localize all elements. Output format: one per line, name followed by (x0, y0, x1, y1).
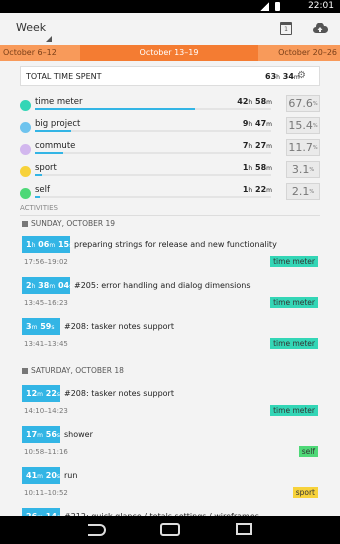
activity-description: #205: error handling and dialog dimensio… (74, 281, 251, 290)
activity-description: #208: tasker notes support (64, 322, 174, 331)
activity-description: preparing strings for release and new fu… (74, 240, 277, 249)
spinner-arrow-icon[interactable] (46, 36, 52, 42)
activity-time-range: 17:56–19:02 (24, 258, 68, 266)
app-bar: Week 1 (0, 13, 340, 47)
prev-week[interactable]: October 6–12 (3, 45, 57, 61)
activity-duration: 3m 59s (22, 318, 60, 335)
tag-progress (35, 152, 271, 154)
activity-tag-badge: self (298, 446, 318, 457)
activity-description: run (64, 471, 78, 480)
tag-name: commute (35, 141, 76, 151)
tag-duration: 9h 47m (242, 119, 272, 128)
day-header: SUNDAY, OCTOBER 19 (22, 219, 115, 228)
recent-apps-icon[interactable] (236, 523, 252, 535)
nav-bar (0, 516, 340, 544)
tag-progress (35, 130, 271, 132)
current-week: October 13–19 (80, 45, 258, 61)
cloud-upload-icon[interactable] (312, 23, 328, 34)
activity-tag-badge: time meter (270, 297, 318, 308)
tag-row[interactable]: sport 1h 58m 3.1% (20, 160, 320, 182)
day-header: SATURDAY, OCTOBER 18 (22, 366, 124, 375)
tag-row[interactable]: commute 7h 27m 11.7% (20, 138, 320, 160)
tag-duration: 42h 58m (237, 97, 272, 106)
activity-tag-badge: time meter (270, 405, 318, 416)
tag-list: time meter 42h 58m 67.6% big project 9h 47m 1… (20, 94, 320, 204)
tag-row[interactable]: time meter 42h 58m 67.6% (20, 94, 320, 116)
period-spinner[interactable]: Week (16, 21, 46, 34)
tag-color-dot (20, 122, 31, 133)
activities-header: ACTIVITIES (20, 204, 320, 216)
gear-icon[interactable]: ⚙ (297, 70, 306, 81)
activity-duration: 12m 22s (22, 385, 60, 402)
tag-color-dot (20, 166, 31, 177)
tag-percent: 15.4% (286, 117, 320, 134)
signal-icon (260, 2, 269, 11)
tag-row[interactable]: self 1h 22m 2.1% (20, 182, 320, 204)
tag-name: time meter (35, 97, 83, 107)
calendar-icon[interactable]: 1 (280, 22, 292, 35)
tag-progress (35, 108, 271, 110)
tag-percent: 2.1% (286, 183, 320, 200)
activity-tag-badge: sport (292, 487, 318, 498)
activity-description: #208: tasker notes support (64, 389, 174, 398)
tag-color-dot (20, 188, 31, 199)
week-navigator: October 6–12 October 13–19 October 20–26 (0, 45, 340, 61)
tag-name: sport (35, 163, 57, 173)
activity-duration: 1h 06m 15s (22, 236, 72, 253)
activity-tag-badge: time meter (270, 256, 318, 267)
back-icon[interactable] (88, 524, 106, 536)
tag-color-dot (20, 144, 31, 155)
tag-duration: 1h 58m (242, 163, 272, 172)
total-value: 63h 34m (265, 72, 300, 81)
activity-time-range: 13:41–13:45 (24, 340, 68, 348)
tag-color-dot (20, 100, 31, 111)
tag-name: self (35, 185, 51, 195)
total-label: TOTAL TIME SPENT (26, 72, 102, 81)
tag-name: big project (35, 119, 81, 129)
activity-tag-badge: time meter (270, 338, 318, 349)
home-icon[interactable] (160, 523, 180, 536)
status-bar: 22:01 (0, 0, 340, 13)
activity-time-range: 10:58–11:16 (24, 448, 68, 456)
activity-time-range: 13:45–16:23 (24, 299, 68, 307)
total-time-card: TOTAL TIME SPENT 63h 34m ⚙ (20, 66, 320, 86)
status-icons (260, 2, 280, 11)
tag-percent: 11.7% (286, 139, 320, 156)
tag-progress (35, 196, 271, 198)
tag-percent: 3.1% (286, 161, 320, 178)
activity-duration: 41m 20s (22, 467, 60, 484)
tag-duration: 7h 27m (242, 141, 272, 150)
activity-time-range: 14:10–14:23 (24, 407, 68, 415)
activity-duration: 2h 38m 04s (22, 277, 72, 294)
activity-time-range: 10:11–10:52 (24, 489, 68, 497)
activity-duration: 17m 56s (22, 426, 60, 443)
tag-percent: 67.6% (286, 95, 320, 112)
tag-progress (35, 174, 271, 176)
status-time: 22:01 (308, 1, 334, 11)
battery-icon (275, 2, 280, 11)
tag-duration: 1h 22m (242, 185, 272, 194)
tag-row[interactable]: big project 9h 47m 15.4% (20, 116, 320, 138)
next-week[interactable]: October 20–26 (278, 45, 337, 61)
activity-description: shower (64, 430, 93, 439)
